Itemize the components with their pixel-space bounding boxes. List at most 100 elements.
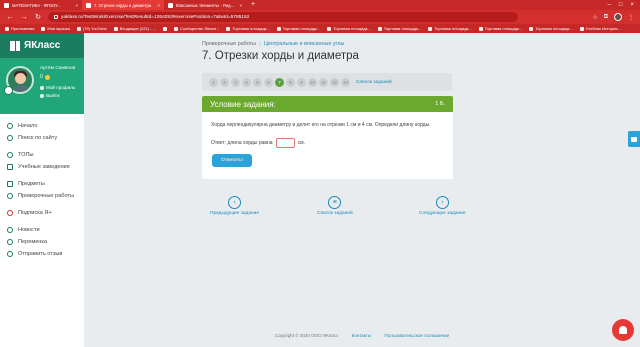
page-item[interactable]: 6: [264, 77, 273, 87]
reload-icon[interactable]: ↻: [34, 13, 42, 21]
sidebar: ЯКласс Артём Семёнов 0 Мой профиль Выйти…: [0, 33, 84, 347]
page-item[interactable]: 7: [275, 77, 284, 87]
close-tab-icon[interactable]: ×: [239, 3, 242, 8]
page-item[interactable]: 5: [253, 77, 262, 87]
breadcrumb-first[interactable]: Проверочные работы: [202, 41, 256, 47]
sidebar-item-tests[interactable]: Проверочные работы: [0, 190, 84, 202]
coins-value: 0: [40, 74, 43, 80]
contacts-link[interactable]: Контакты: [352, 333, 371, 338]
my-profile-link[interactable]: Мой профиль: [40, 85, 75, 90]
page-item[interactable]: 10: [308, 77, 317, 87]
steam-icon: [377, 26, 382, 31]
sidebar-item-search[interactable]: Поиск по сайту: [0, 132, 84, 144]
logout-link[interactable]: Выйти: [40, 93, 60, 98]
url-text: yaklass.ru/TestWork/Exercise/TestResultI…: [61, 14, 250, 20]
bookmark-item[interactable]: Торговая площадк...: [529, 26, 573, 31]
page-item[interactable]: 11: [319, 77, 328, 87]
sidebar-item-feedback[interactable]: Отправить отзыв: [0, 248, 84, 260]
bell-icon: [619, 326, 627, 334]
forward-icon[interactable]: →: [20, 14, 28, 21]
sidebar-item-tops[interactable]: ТОПы: [0, 149, 84, 161]
page-item[interactable]: 4: [242, 77, 251, 87]
task-header: Условие задания: 1 Б.: [202, 96, 453, 112]
page-item[interactable]: 8: [286, 77, 295, 87]
chat-tab[interactable]: [628, 131, 640, 147]
new-tab-icon[interactable]: +: [246, 0, 260, 10]
page-item[interactable]: 3: [231, 77, 240, 87]
sidebar-item-schools[interactable]: Учебные заведения: [0, 161, 84, 173]
sidebar-item-news[interactable]: Новости: [0, 224, 84, 236]
tab-favicon-icon: [4, 2, 9, 8]
breadcrumb-second[interactable]: Центральные и вписанные углы: [264, 41, 345, 47]
task-list-link[interactable]: Список заданий: [356, 80, 392, 85]
apps-icon: [5, 26, 9, 31]
page-item[interactable]: 12: [330, 77, 339, 87]
bookmark-item[interactable]: Торговая площадк...: [276, 26, 320, 31]
news-icon: [7, 227, 13, 233]
youtube-icon: [76, 26, 81, 31]
bookmark-item[interactable]: (79) YouTube: [76, 26, 107, 31]
coins-counter: 0: [40, 74, 50, 80]
url-field[interactable]: yaklass.ru/TestWork/Exercise/TestResultI…: [48, 12, 518, 22]
task-text: Хорда перпендикулярна диаметру и делит е…: [211, 122, 431, 128]
bookmark-item[interactable]: Торговая площадк...: [478, 26, 522, 31]
close-tab-icon[interactable]: ×: [157, 3, 160, 8]
profile-name[interactable]: Артём Семёнов: [40, 66, 75, 71]
profile-panel: Артём Семёнов 0 Мой профиль Выйти: [0, 58, 84, 114]
browser-tab-3[interactable]: Вписанные Элементы - Яндекс... ×: [164, 0, 246, 10]
sidebar-item-break[interactable]: Переменка: [0, 236, 84, 248]
bookmark-item[interactable]: Торговая площадк...: [226, 26, 270, 31]
sidebar-item-subjects[interactable]: Предметы: [0, 178, 84, 190]
bookmark-item[interactable]: Торговая площадк...: [327, 26, 371, 31]
coin-icon: [44, 74, 50, 80]
page-item[interactable]: 1: [209, 77, 218, 87]
sidebar-item-subscription[interactable]: Подписка Я+: [0, 207, 84, 219]
task-list-button[interactable]: ≡ Список заданий: [317, 196, 353, 216]
page-item[interactable]: 2: [220, 77, 229, 87]
answer-input[interactable]: [275, 138, 295, 148]
browser-profile-avatar[interactable]: [614, 13, 622, 21]
search-icon: [7, 135, 13, 141]
bookmark-item[interactable]: Торговая площадк...: [377, 26, 421, 31]
yaklass-logo-icon: [10, 40, 20, 51]
plus-icon: [7, 210, 13, 216]
check-icon: [7, 193, 13, 199]
close-tab-icon[interactable]: ×: [75, 3, 78, 8]
notifications-button[interactable]: [612, 319, 634, 341]
next-task-button[interactable]: › Следующее задание: [419, 196, 466, 216]
logout-icon: [40, 93, 44, 98]
bookmark-item[interactable]: Приложения: [5, 26, 34, 31]
steam-icon: [226, 26, 231, 31]
close-window-icon[interactable]: ×: [630, 0, 634, 10]
prev-task-button[interactable]: ‹ Предыдущее задание: [210, 196, 259, 216]
sidebar-menu: Начало Поиск по сайту ТОПы Учебные завед…: [0, 114, 84, 260]
bookmark-item[interactable]: Учебник История...: [579, 26, 621, 31]
tab-label: Вписанные Элементы - Яндекс...: [176, 2, 237, 8]
bookmark-item[interactable]: Моя музыка: [41, 26, 70, 31]
menu-icon[interactable]: ⋮: [628, 14, 634, 21]
submit-answer-button[interactable]: Ответить!: [212, 154, 252, 167]
bookmark-item[interactable]: Сообщество Steam ::: [174, 26, 219, 31]
steam-icon: [478, 26, 483, 31]
page-item[interactable]: 13: [341, 77, 350, 87]
sidebar-item-home[interactable]: Начало: [0, 120, 84, 132]
back-icon[interactable]: ←: [6, 14, 14, 21]
agreement-link[interactable]: Пользовательское соглашение: [384, 333, 449, 338]
minimize-icon[interactable]: –: [608, 0, 611, 10]
extension-icon[interactable]: ⧉: [604, 14, 608, 21]
steam-icon: [276, 26, 281, 31]
chat-icon: [631, 136, 637, 142]
bookmark-item[interactable]: [163, 26, 168, 31]
breadcrumb: Проверочные работы › Центральные и вписанн…: [202, 41, 345, 47]
site-logo[interactable]: ЯКласс: [0, 33, 84, 58]
maximize-icon[interactable]: □: [619, 0, 623, 10]
task-header-title: Условие задания:: [210, 99, 276, 109]
star-icon[interactable]: ☆: [592, 14, 597, 21]
bookmark-item[interactable]: Торговая площадк...: [428, 26, 472, 31]
browser-tab-1[interactable]: МАТЕМАТИКА - ФГБОУ... ×: [0, 0, 82, 10]
bookmark-item[interactable]: Входящие (221) - ...: [113, 26, 156, 31]
browser-tab-2[interactable]: 7. Отрезки хорды и диаметра ×: [82, 0, 164, 10]
page-item[interactable]: 9: [297, 77, 306, 87]
school-icon: [7, 164, 13, 170]
address-bar-row: ← → ↻ yaklass.ru/TestWork/Exercise/TestR…: [0, 10, 640, 24]
